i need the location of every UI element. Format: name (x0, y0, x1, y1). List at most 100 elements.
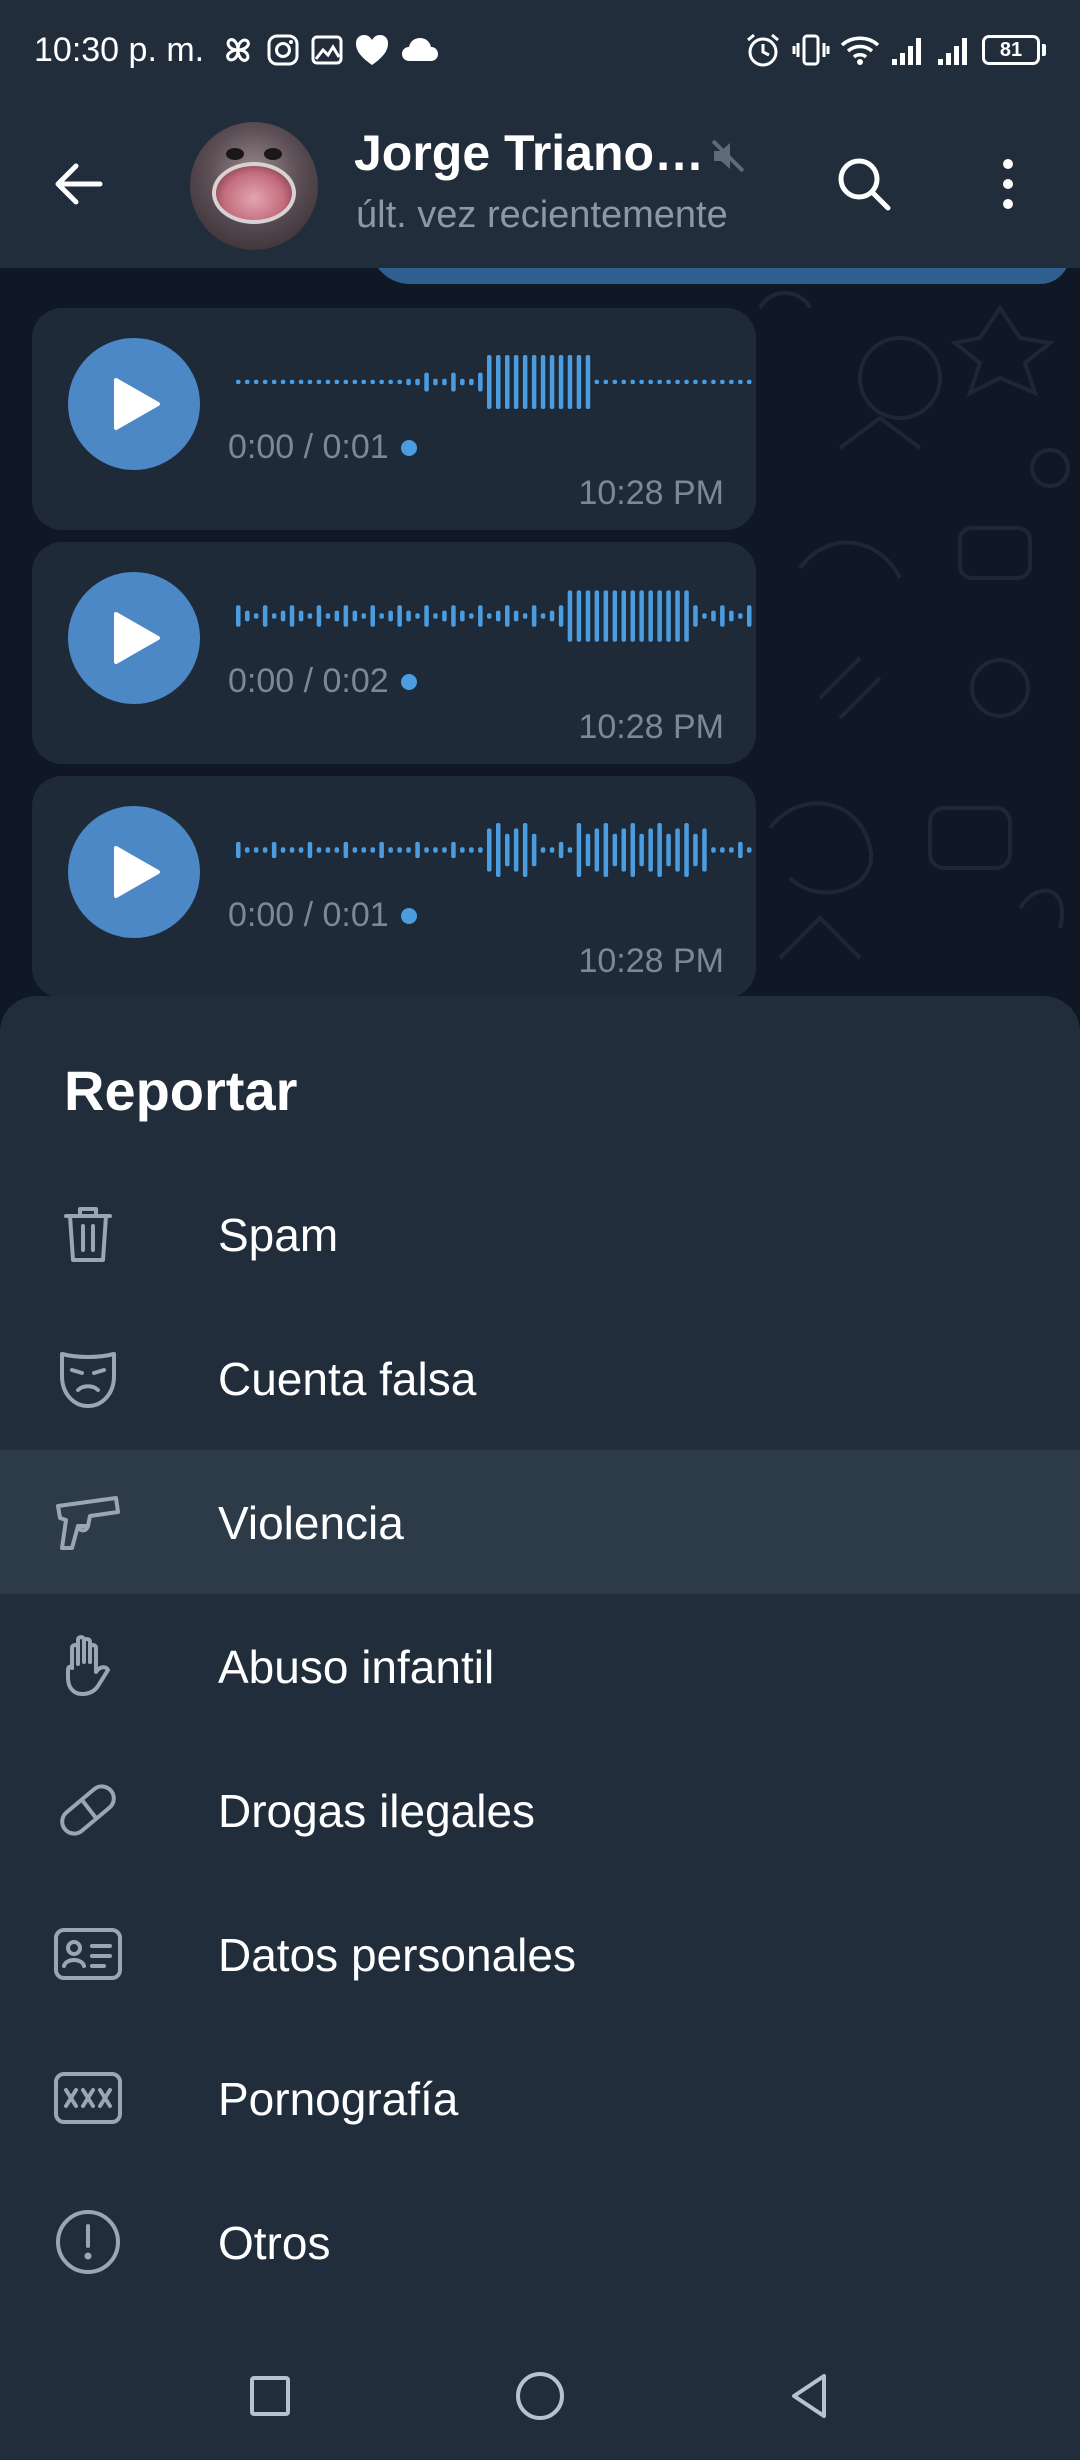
waveform-bar (370, 847, 375, 853)
waveform-bar (334, 379, 340, 385)
play-icon (114, 846, 160, 898)
report-option-personal-data[interactable]: Datos personales (0, 1882, 1080, 2026)
waveform-bar (352, 610, 358, 622)
waveform-bar (236, 841, 241, 859)
report-option-child-abuse[interactable]: Abuso infantil (0, 1594, 1080, 1738)
waveform-bar (549, 355, 555, 409)
waveform-bar (460, 847, 465, 853)
waveform-bar (576, 590, 582, 642)
waveform-bar (711, 847, 716, 853)
waveform[interactable] (236, 586, 756, 646)
waveform-bar (639, 833, 644, 867)
play-button[interactable] (68, 338, 200, 470)
report-option-violence[interactable]: Violencia (0, 1450, 1080, 1594)
unplayed-dot (400, 907, 417, 924)
waveform[interactable] (236, 352, 756, 412)
voice-message[interactable]: 0:00 / 0:01 10:28 PM (32, 776, 756, 998)
message-time: 10:28 PM (578, 942, 724, 980)
waveform-bar (442, 610, 447, 622)
id-card-icon (54, 1928, 122, 1980)
report-bottom-sheet: Reportar Spam Cuenta falsa Violencia Abu… (0, 996, 1080, 2460)
report-option-pornography[interactable]: Pornografía (0, 2026, 1080, 2170)
voice-duration: 0:00 / 0:01 (228, 428, 417, 467)
waveform-bar (522, 355, 528, 409)
xxx-icon (54, 2072, 122, 2124)
waveform-bar (433, 847, 438, 853)
waveform-bar (262, 379, 268, 385)
avatar[interactable] (190, 122, 318, 250)
report-option-illegal-drugs[interactable]: Drogas ilegales (0, 1738, 1080, 1882)
waveform-bar (549, 847, 555, 853)
waveform-bar (496, 355, 501, 409)
more-options-button[interactable] (990, 152, 1026, 216)
status-bar: 10:30 p. m. 81 (0, 0, 1080, 100)
waveform-bar (513, 828, 519, 872)
waveform-bar (478, 847, 483, 853)
voice-message[interactable]: 0:00 / 0:01 10:28 PM (32, 308, 756, 530)
waveform-bar (487, 828, 492, 872)
waveform-bar (531, 605, 537, 627)
chat-area[interactable]: 0:00 / 0:01 10:28 PM 0:00 / 0:02 10:28 P… (0, 268, 1080, 1008)
waveform-bar (469, 847, 474, 853)
waveform-bar (469, 613, 474, 619)
waveform-bar (433, 613, 438, 619)
waveform-bar (289, 379, 295, 385)
waveform-bar (334, 847, 340, 853)
waveform[interactable] (236, 820, 756, 880)
waveform-bar (262, 847, 268, 853)
waveform-bar (236, 379, 241, 385)
back-nav-button[interactable] (780, 2366, 840, 2426)
back-button[interactable] (50, 156, 106, 212)
waveform-bar (487, 355, 492, 409)
waveform-bar (406, 378, 411, 386)
recents-button[interactable] (240, 2366, 300, 2426)
waveform-bar (451, 372, 456, 392)
waveform-bar (478, 372, 483, 392)
waveform-bar (702, 379, 707, 385)
waveform-bar (657, 379, 662, 385)
heart-icon (354, 33, 390, 67)
waveform-bar (639, 379, 644, 385)
message-time: 10:28 PM (578, 708, 724, 746)
chat-header: Jorge Triano… últ. vez recientemente (0, 100, 1080, 268)
waveform-bar (361, 847, 366, 853)
waveform-bar (487, 613, 492, 619)
waveform-bar (298, 610, 304, 622)
waveform-bar (684, 379, 689, 385)
waveform-bar (693, 833, 698, 867)
waveform-bar (576, 355, 582, 409)
waveform-bar (388, 847, 393, 853)
duration-text: 0:00 / 0:02 (228, 662, 389, 700)
waveform-bar (540, 613, 546, 619)
voice-duration: 0:00 / 0:02 (228, 662, 417, 701)
report-option-spam[interactable]: Spam (0, 1162, 1080, 1306)
play-button[interactable] (68, 572, 200, 704)
waveform-bar (361, 379, 366, 385)
waveform-bar (711, 610, 716, 622)
waveform-bar (271, 613, 277, 619)
waveform-bar (245, 847, 250, 853)
battery-level: 81 (982, 35, 1040, 65)
report-option-others[interactable]: Otros (0, 2170, 1080, 2314)
voice-message[interactable]: 0:00 / 0:02 10:28 PM (32, 542, 756, 764)
waveform-bar (675, 379, 680, 385)
option-label: Datos personales (218, 1929, 576, 1981)
report-option-fake-account[interactable]: Cuenta falsa (0, 1306, 1080, 1450)
contact-name[interactable]: Jorge Triano… (354, 124, 704, 182)
waveform-bar (388, 379, 393, 385)
search-button[interactable] (832, 152, 896, 216)
arrow-left-icon (55, 163, 103, 205)
waveform-bar (522, 823, 528, 877)
waveform-bar (648, 590, 653, 642)
waveform-bar (684, 590, 689, 642)
waveform-bar (630, 590, 635, 642)
play-button[interactable] (68, 806, 200, 938)
waveform-bar (478, 605, 483, 627)
waveform-bar (289, 847, 295, 853)
outgoing-message-bubble[interactable] (370, 268, 1070, 284)
waveform-bar (298, 379, 304, 385)
waveform-bar (603, 590, 609, 642)
triangle-back-icon (792, 2374, 826, 2418)
home-button[interactable] (510, 2366, 570, 2426)
instagram-icon (266, 33, 300, 67)
